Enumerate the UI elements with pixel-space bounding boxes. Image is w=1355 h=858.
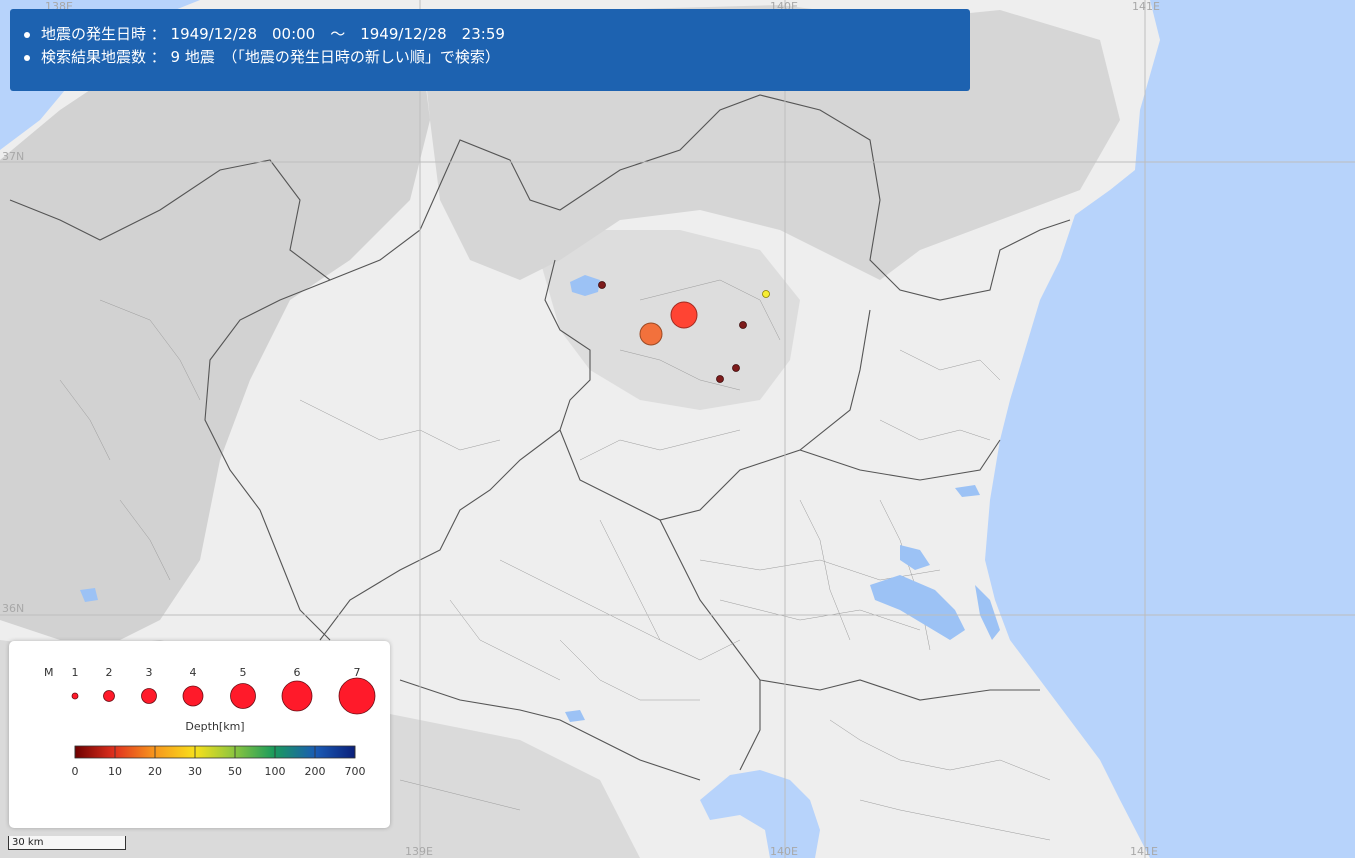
magnitude-label: 5: [240, 666, 247, 679]
depth-tick-label: 0: [72, 765, 79, 778]
depth-tick-label: 50: [228, 765, 242, 778]
epicenter-marker[interactable]: [739, 321, 747, 329]
depth-tick-label: 700: [345, 765, 366, 778]
date-range-text: 地震の発生日時 ： 1949/12/28 00:00 ～ 1949/12/28 …: [41, 25, 505, 43]
magnitude-symbol: [71, 692, 79, 700]
grid-label-141e-top: 141E: [1132, 0, 1160, 13]
search-info-banner: 地震の発生日時 ： 1949/12/28 00:00 ～ 1949/12/28 …: [10, 9, 970, 91]
grid-label-37n: 37N: [2, 150, 24, 163]
magnitude-symbol: [338, 677, 376, 715]
grid-label-140e-bottom: 140E: [770, 845, 798, 858]
magnitude-label: 2: [106, 666, 113, 679]
depth-tick-label: 100: [265, 765, 286, 778]
depth-tick-label: 10: [108, 765, 122, 778]
date-range-line: 地震の発生日時 ： 1949/12/28 00:00 ～ 1949/12/28 …: [24, 23, 956, 46]
magnitude-label: 1: [72, 666, 79, 679]
bullet-icon: [24, 31, 30, 38]
depth-tick-label: 30: [188, 765, 202, 778]
grid-label-36n: 36N: [2, 602, 24, 615]
epicenter-marker[interactable]: [716, 375, 724, 383]
magnitude-symbol: [141, 688, 157, 704]
depth-title: Depth[km]: [185, 720, 244, 733]
bullet-icon: [24, 54, 30, 61]
magnitude-symbol: [103, 690, 115, 702]
magnitude-symbols: [71, 677, 376, 715]
magnitude-symbol: [182, 685, 204, 707]
magnitude-symbol: [281, 680, 313, 712]
epicenter-marker[interactable]: [732, 364, 740, 372]
epicenter-marker[interactable]: [598, 281, 606, 289]
epicenter-marker[interactable]: [762, 290, 770, 298]
scale-label: 30 km: [12, 837, 44, 848]
grid-label-141e-bottom: 141E: [1130, 845, 1158, 858]
scale-bar: 30 km: [8, 836, 126, 850]
epicenter-marker[interactable]: [639, 322, 663, 346]
epicenter-marker[interactable]: [670, 301, 698, 329]
magnitude-title: M: [44, 666, 54, 679]
magnitude-label: 3: [146, 666, 153, 679]
magnitude-label: 4: [190, 666, 197, 679]
depth-color-bar: [74, 745, 356, 759]
grid-label-139e-bottom: 139E: [405, 845, 433, 858]
magnitude-label: 7: [354, 666, 361, 679]
magnitude-symbol: [230, 683, 256, 709]
depth-tick-label: 200: [305, 765, 326, 778]
depth-tick-label: 20: [148, 765, 162, 778]
legend-panel: M 1 2 3 4 5 6 7 Depth[km] 0 10 20 30 50 …: [9, 641, 390, 828]
legend-graphic: M 1 2 3 4 5 6 7 Depth[km] 0 10 20 30 50 …: [44, 666, 376, 778]
result-count-line: 検索結果地震数 ： 9 地震 （「地震の発生日時の新しい順」で検索）: [24, 46, 956, 69]
magnitude-label: 6: [294, 666, 301, 679]
result-count-text: 検索結果地震数 ： 9 地震 （「地震の発生日時の新しい順」で検索）: [41, 48, 500, 66]
